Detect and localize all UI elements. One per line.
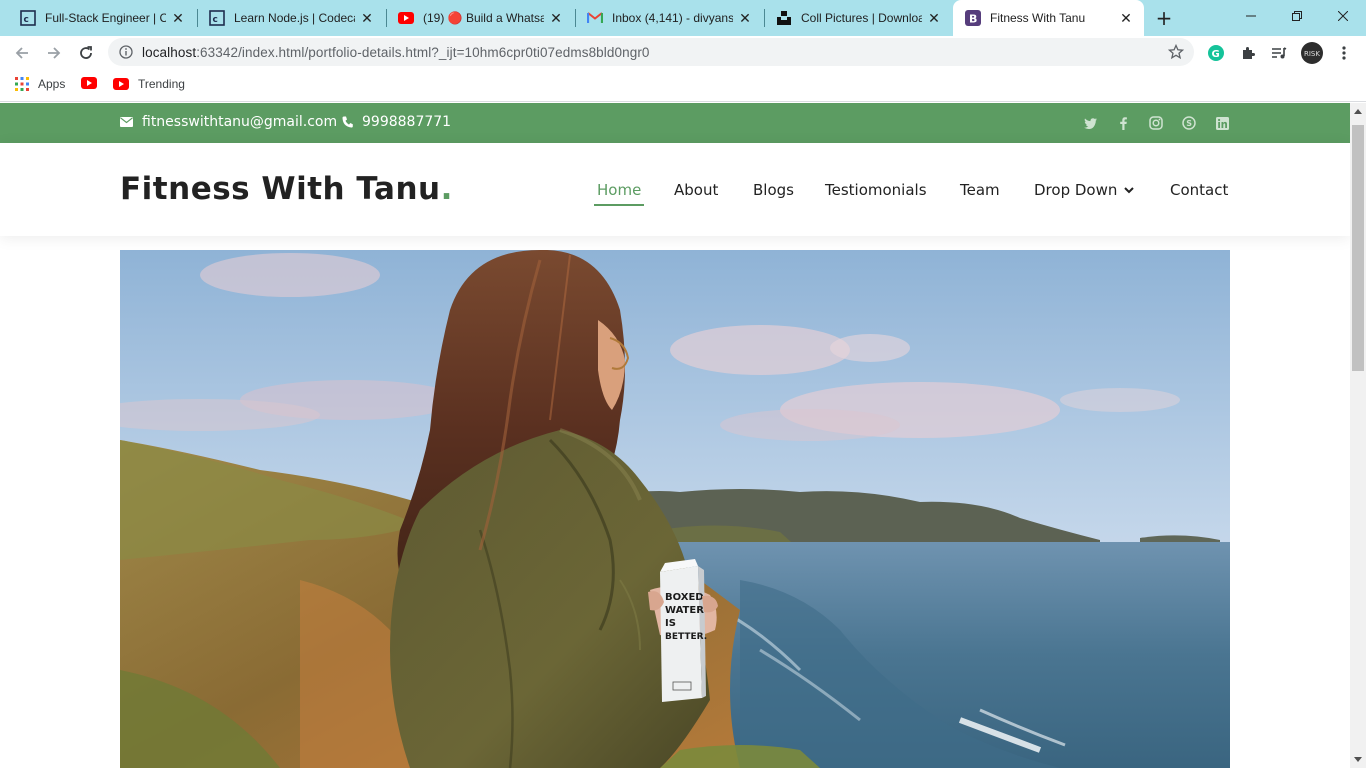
tab-title: Fitness With Tanu [990,11,1086,25]
more-menu-icon[interactable] [1333,42,1355,64]
instagram-icon[interactable] [1148,115,1164,131]
youtube-icon [81,77,97,89]
reload-button[interactable] [73,40,99,66]
browser-toolbar: localhost:63342/index.html/portfolio-det… [0,36,1366,70]
bookmark-label: Apps [38,77,66,91]
url-host: localhost [142,44,197,60]
bookmark-apps[interactable]: Apps [15,77,65,91]
nav-dropdown[interactable]: Drop Down [1034,181,1135,199]
chevron-down-icon [1124,186,1135,193]
close-icon[interactable]: ✕ [359,10,375,26]
main-nav: Home About Blogs Testiomonials Team Drop… [0,181,1350,205]
email-contact[interactable]: fitnesswithtanu@gmail.com [120,114,337,130]
tab-title: Coll Pictures | Downloa [801,11,922,25]
svg-text:c: c [24,15,29,25]
social-links: S [1065,115,1230,131]
tab-title: Full-Stack Engineer | Co [45,11,166,25]
phone-text: 9998887771 [362,114,452,130]
minimize-button[interactable] [1228,0,1274,32]
carton-text-line: BETTER. [665,632,707,642]
site-header: Fitness With Tanu. Home About Blogs Test… [0,143,1350,236]
envelope-icon [120,117,133,127]
nav-testimonials[interactable]: Testiomonials [825,181,927,199]
scroll-up-arrow-icon[interactable] [1354,109,1362,114]
nav-team[interactable]: Team [960,181,1000,199]
profile-label: RISK [1304,50,1320,58]
nav-home[interactable]: Home [597,181,641,199]
bookmark-trending[interactable]: Trending [113,77,185,91]
arrow-left-icon [15,47,28,59]
tab-fitness-with-tanu[interactable]: B Fitness With Tanu ✕ [953,0,1144,36]
phone-icon [342,116,353,128]
hero-image: BOXED WATER IS BETTER. [120,250,1230,768]
close-icon[interactable]: ✕ [1118,10,1134,26]
nav-about[interactable]: About [674,181,718,199]
codecademy-icon: c [209,10,225,26]
skype-icon[interactable]: S [1181,115,1197,131]
apps-grid-icon [15,77,29,91]
svg-text:G: G [1212,49,1220,60]
page-viewport: fitnesswithtanu@gmail.com 9998887771 S F… [0,103,1350,768]
active-nav-underline [594,204,644,206]
bootstrap-icon: B [965,10,981,26]
nav-blogs[interactable]: Blogs [753,181,794,199]
nav-dropdown-label: Drop Down [1034,181,1118,199]
tab-title: (19) 🔴 Build a Whatsa [423,11,544,25]
topbar: fitnesswithtanu@gmail.com 9998887771 S [0,103,1350,143]
close-icon[interactable]: ✕ [548,10,564,26]
boxed-water-carton: BOXED WATER IS BETTER. [660,559,707,702]
close-icon[interactable]: ✕ [170,10,186,26]
tab-title: Inbox (4,141) - divyansh [612,11,733,25]
address-bar[interactable]: localhost:63342/index.html/portfolio-det… [108,38,1194,66]
svg-text:c: c [213,15,218,25]
bookmark-youtube[interactable] [81,77,97,89]
close-window-button[interactable] [1320,0,1366,32]
tab-title: Learn Node.js | Codecad [234,11,355,25]
tab-learn-nodejs[interactable]: c Learn Node.js | Codecad ✕ [189,0,385,36]
bookmarks-bar: Apps Trending [0,70,1366,102]
facebook-icon[interactable] [1115,115,1131,131]
profile-avatar[interactable]: RISK [1301,42,1323,64]
linkedin-icon[interactable] [1214,115,1230,131]
extensions-puzzle-icon[interactable] [1237,42,1259,64]
back-button[interactable] [9,40,35,66]
bookmark-star-icon[interactable] [1168,44,1184,60]
unsplash-icon [776,10,792,26]
nav-contact[interactable]: Contact [1170,181,1228,199]
close-icon[interactable]: ✕ [926,10,942,26]
twitter-icon[interactable] [1082,115,1098,131]
scroll-down-arrow-icon[interactable] [1354,757,1362,762]
svg-text:S: S [1186,119,1192,128]
carton-text-line: IS [665,618,676,629]
carton-text-line: BOXED [665,592,704,603]
reload-icon [80,46,92,59]
browser-tabstrip: c Full-Stack Engineer | Co ✕ c Learn Nod… [0,0,1366,36]
phone-contact[interactable]: 9998887771 [342,114,451,130]
codecademy-icon: c [20,10,36,26]
tab-youtube-whatsapp[interactable]: (19) 🔴 Build a Whatsa ✕ [378,0,574,36]
grammarly-icon[interactable]: G [1205,42,1227,64]
scrollbar-thumb[interactable] [1352,125,1364,371]
svg-text:B: B [969,13,977,26]
forward-button[interactable] [41,40,67,66]
email-text: fitnesswithtanu@gmail.com [142,114,338,130]
new-tab-button[interactable]: + [1152,6,1176,30]
arrow-right-icon [48,47,61,59]
info-icon[interactable] [119,45,133,59]
tab-coll-pictures[interactable]: Coll Pictures | Downloa ✕ [756,0,952,36]
tab-full-stack-engineer[interactable]: c Full-Stack Engineer | Co ✕ [0,0,196,36]
youtube-icon [113,78,129,90]
page-scrollbar[interactable] [1350,103,1366,768]
url-text: localhost:63342/index.html/portfolio-det… [142,45,650,60]
gmail-icon [587,10,603,26]
close-icon[interactable]: ✕ [737,10,753,26]
media-queue-icon[interactable] [1268,42,1290,64]
bookmark-label: Trending [138,77,185,91]
carton-text-line: WATER [665,605,704,616]
url-path: :63342/index.html/portfolio-details.html… [196,44,650,60]
tab-gmail-inbox[interactable]: Inbox (4,141) - divyansh ✕ [567,0,763,36]
restore-button[interactable] [1274,0,1320,32]
youtube-icon [398,10,414,26]
